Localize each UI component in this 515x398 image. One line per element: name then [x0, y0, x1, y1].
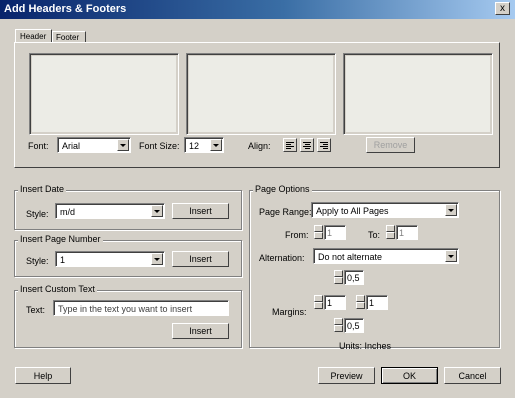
margin-left-value: 1 — [327, 298, 333, 308]
to-down-button[interactable] — [386, 232, 395, 239]
chevron-down-icon[interactable] — [445, 250, 457, 262]
align-left-button[interactable] — [283, 138, 297, 152]
page-number-style-value: 1 — [60, 255, 66, 265]
margin-bottom-stepper[interactable]: 0,5 — [334, 318, 364, 333]
font-size-select[interactable]: 12 — [184, 137, 224, 153]
margin-bottom-value: 0,5 — [347, 321, 360, 331]
alternation-value: Do not alternate — [318, 252, 383, 262]
custom-text-placeholder: Type in the text you want to insert — [58, 304, 193, 314]
chevron-down-icon[interactable] — [445, 204, 457, 216]
margin-right-stepper[interactable]: 1 — [356, 295, 388, 310]
tab-footer-label: Footer — [56, 33, 80, 42]
margin-left-up-button[interactable] — [314, 295, 323, 302]
insert-page-number-button[interactable]: Insert — [172, 251, 229, 267]
page-number-style-label: Style: — [26, 256, 49, 266]
to-value: 1 — [399, 228, 405, 238]
from-down-button[interactable] — [314, 232, 323, 239]
chevron-down-icon[interactable] — [210, 139, 222, 151]
margin-top-down-button[interactable] — [334, 277, 343, 284]
insert-date-button[interactable]: Insert — [172, 203, 229, 219]
margin-bottom-down-button[interactable] — [334, 325, 343, 332]
to-label: To: — [368, 230, 381, 240]
font-size-label: Font Size: — [139, 141, 180, 151]
margin-top-stepper[interactable]: 0,5 — [334, 270, 364, 285]
date-style-select[interactable]: m/d — [55, 203, 165, 219]
align-right-button[interactable] — [317, 138, 331, 152]
insert-custom-text-group — [14, 290, 242, 348]
to-stepper[interactable]: 1 — [386, 225, 418, 240]
chevron-down-icon[interactable] — [151, 205, 163, 217]
header-center-box[interactable] — [186, 53, 336, 135]
close-button[interactable]: x — [495, 2, 510, 15]
custom-text-input[interactable]: Type in the text you want to insert — [53, 300, 229, 316]
alternation-label: Alternation: — [259, 253, 305, 263]
insert-custom-text-button[interactable]: Insert — [172, 323, 229, 339]
help-button[interactable]: Help — [15, 367, 71, 384]
font-select-value: Arial — [62, 141, 81, 151]
insert-custom-text-legend: Insert Custom Text — [18, 284, 97, 294]
margin-right-value: 1 — [369, 298, 375, 308]
margins-label: Margins: — [272, 307, 307, 317]
to-up-button[interactable] — [386, 225, 395, 232]
custom-text-label: Text: — [26, 305, 46, 315]
margin-left-down-button[interactable] — [314, 302, 323, 309]
insert-date-legend: Insert Date — [18, 184, 67, 194]
remove-button[interactable]: Remove — [366, 137, 415, 153]
align-center-button[interactable] — [300, 138, 314, 152]
tab-header-label: Header — [20, 32, 47, 41]
font-label: Font: — [28, 141, 49, 151]
font-size-select-value: 12 — [189, 141, 200, 151]
align-label: Align: — [248, 141, 271, 151]
page-options-legend: Page Options — [253, 184, 312, 194]
header-left-box[interactable] — [29, 53, 179, 135]
margin-right-down-button[interactable] — [356, 302, 365, 309]
header-right-box[interactable] — [343, 53, 493, 135]
page-number-style-select[interactable]: 1 — [55, 251, 165, 267]
margin-left-stepper[interactable]: 1 — [314, 295, 346, 310]
page-range-label: Page Range: — [259, 207, 312, 217]
cancel-button[interactable]: Cancel — [444, 367, 501, 384]
date-style-value: m/d — [60, 207, 76, 217]
from-up-button[interactable] — [314, 225, 323, 232]
insert-page-number-legend: Insert Page Number — [18, 234, 103, 244]
font-select[interactable]: Arial — [57, 137, 131, 153]
alternation-select[interactable]: Do not alternate — [313, 248, 459, 264]
preview-button[interactable]: Preview — [318, 367, 375, 384]
ok-button[interactable]: OK — [381, 367, 438, 384]
tab-header[interactable]: Header — [15, 29, 52, 43]
units-label: Units: Inches — [339, 341, 392, 351]
page-range-value: Apply to All Pages — [316, 206, 389, 216]
window-title: Add Headers & Footers — [4, 3, 127, 15]
page-range-select[interactable]: Apply to All Pages — [311, 202, 459, 218]
chevron-down-icon[interactable] — [117, 139, 129, 151]
margin-right-up-button[interactable] — [356, 295, 365, 302]
chevron-down-icon[interactable] — [151, 253, 163, 265]
margin-top-up-button[interactable] — [334, 270, 343, 277]
date-style-label: Style: — [26, 209, 49, 219]
from-value: 1 — [327, 228, 333, 238]
from-stepper[interactable]: 1 — [314, 225, 346, 240]
from-label: From: — [285, 230, 309, 240]
margin-bottom-up-button[interactable] — [334, 318, 343, 325]
margin-top-value: 0,5 — [347, 273, 360, 283]
